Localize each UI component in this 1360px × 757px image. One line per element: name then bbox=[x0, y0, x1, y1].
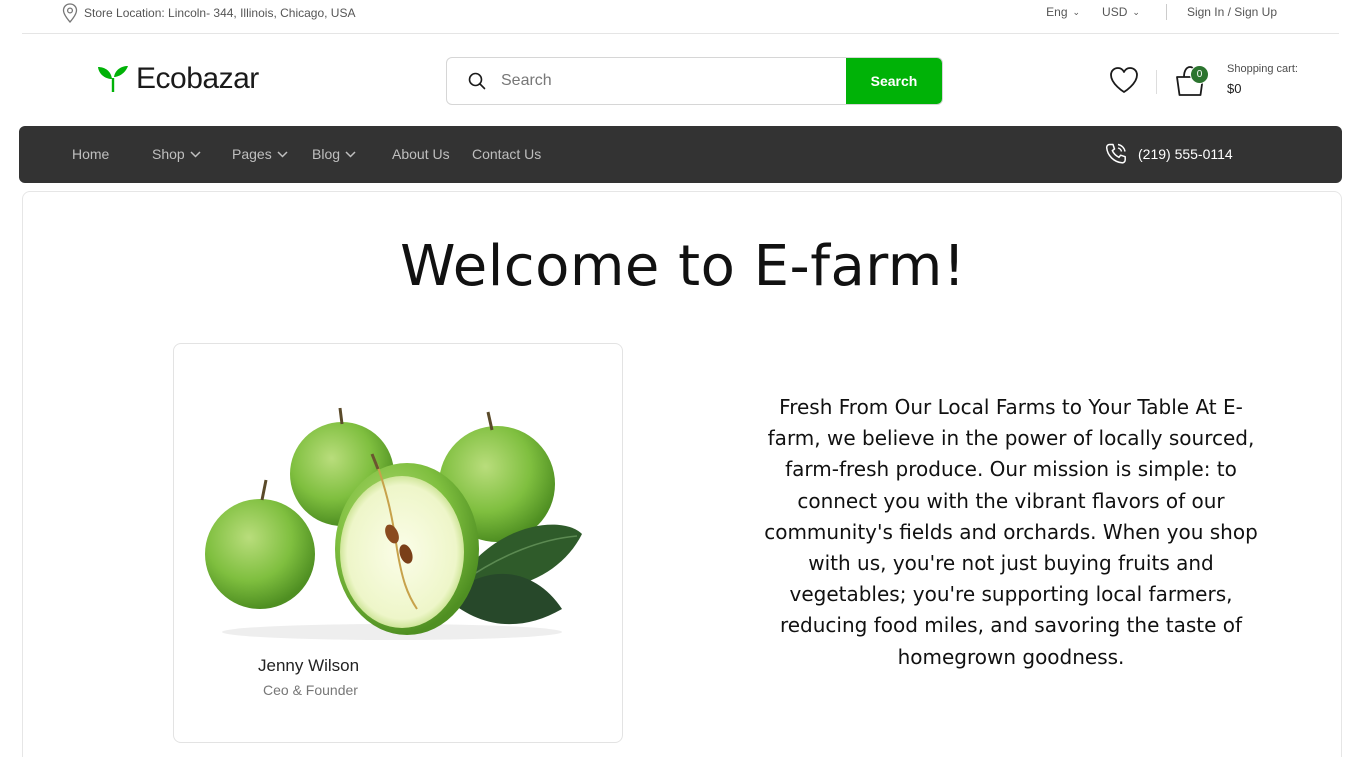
intro-paragraph: Fresh From Our Local Farms to Your Table… bbox=[764, 395, 1258, 669]
chevron-down-icon: ⌄ bbox=[1132, 6, 1140, 17]
logo[interactable]: Ecobazar bbox=[96, 62, 259, 96]
phone-call-icon bbox=[1105, 143, 1126, 164]
divider bbox=[1156, 70, 1157, 94]
green-apples-image bbox=[205, 407, 582, 640]
chevron-down-icon bbox=[190, 150, 201, 158]
nav-item-label: About Us bbox=[392, 146, 450, 162]
main-content: Welcome to E-farm! Jenny Wilson Ceo & Fo… bbox=[22, 191, 1342, 757]
cart-summary[interactable]: Shopping cart: $0 bbox=[1227, 63, 1298, 96]
page-title: Welcome to E-farm! bbox=[400, 234, 966, 299]
header: Ecobazar Search 0 Shopping cart: $0 bbox=[0, 34, 1360, 126]
nav-item-label: Pages bbox=[232, 146, 272, 162]
heart-icon[interactable] bbox=[1108, 65, 1140, 95]
language-label: Eng bbox=[1046, 5, 1068, 19]
founder-card: Jenny Wilson Ceo & Founder bbox=[173, 343, 623, 743]
nav-item-contact-us[interactable]: Contact Us bbox=[472, 146, 541, 162]
phone-number: (219) 555-0114 bbox=[1138, 146, 1233, 162]
search-bar: Search bbox=[446, 57, 943, 105]
store-location-text: Store Location: Lincoln- 344, Illinois, … bbox=[84, 6, 356, 20]
cart-label: Shopping cart: bbox=[1227, 63, 1298, 75]
main-nav: Home Shop Pages Blog About Us Contact Us… bbox=[19, 126, 1342, 183]
logo-text: Ecobazar bbox=[136, 62, 259, 95]
nav-item-shop[interactable]: Shop bbox=[152, 146, 201, 162]
divider bbox=[1165, 4, 1167, 20]
store-location: Store Location: Lincoln- 344, Illinois, … bbox=[62, 3, 355, 23]
language-dropdown[interactable]: Eng ⌄ bbox=[1046, 5, 1080, 19]
nav-item-home[interactable]: Home bbox=[72, 146, 109, 162]
leaf-logo-icon bbox=[98, 66, 128, 92]
nav-item-blog[interactable]: Blog bbox=[312, 146, 356, 162]
nav-item-label: Home bbox=[72, 146, 110, 162]
nav-item-label: Shop bbox=[152, 146, 185, 162]
cart-total: $0 bbox=[1227, 81, 1242, 96]
currency-dropdown[interactable]: USD ⌄ bbox=[1102, 5, 1140, 19]
search-icon bbox=[468, 72, 486, 90]
person-role: Ceo & Founder bbox=[263, 682, 358, 698]
chevron-down-icon: ⌄ bbox=[1072, 6, 1081, 17]
search-button[interactable]: Search bbox=[846, 58, 942, 104]
chevron-down-icon bbox=[345, 150, 356, 158]
cart-count-badge: 0 bbox=[1190, 65, 1209, 84]
nav-item-about-us[interactable]: About Us bbox=[392, 146, 450, 162]
search-input[interactable] bbox=[487, 58, 846, 104]
person-name: Jenny Wilson bbox=[258, 656, 360, 675]
chevron-down-icon bbox=[277, 150, 288, 158]
top-bar: Store Location: Lincoln- 344, Illinois, … bbox=[22, 0, 1339, 34]
sign-in-link[interactable]: Sign In / Sign Up bbox=[1187, 5, 1277, 19]
nav-item-label: Contact Us bbox=[472, 146, 542, 162]
currency-label: USD bbox=[1102, 5, 1128, 19]
nav-item-pages[interactable]: Pages bbox=[232, 146, 288, 162]
phone-contact[interactable]: (219) 555-0114 bbox=[1104, 142, 1233, 166]
nav-item-label: Blog bbox=[312, 146, 341, 162]
map-pin-icon bbox=[62, 3, 78, 23]
